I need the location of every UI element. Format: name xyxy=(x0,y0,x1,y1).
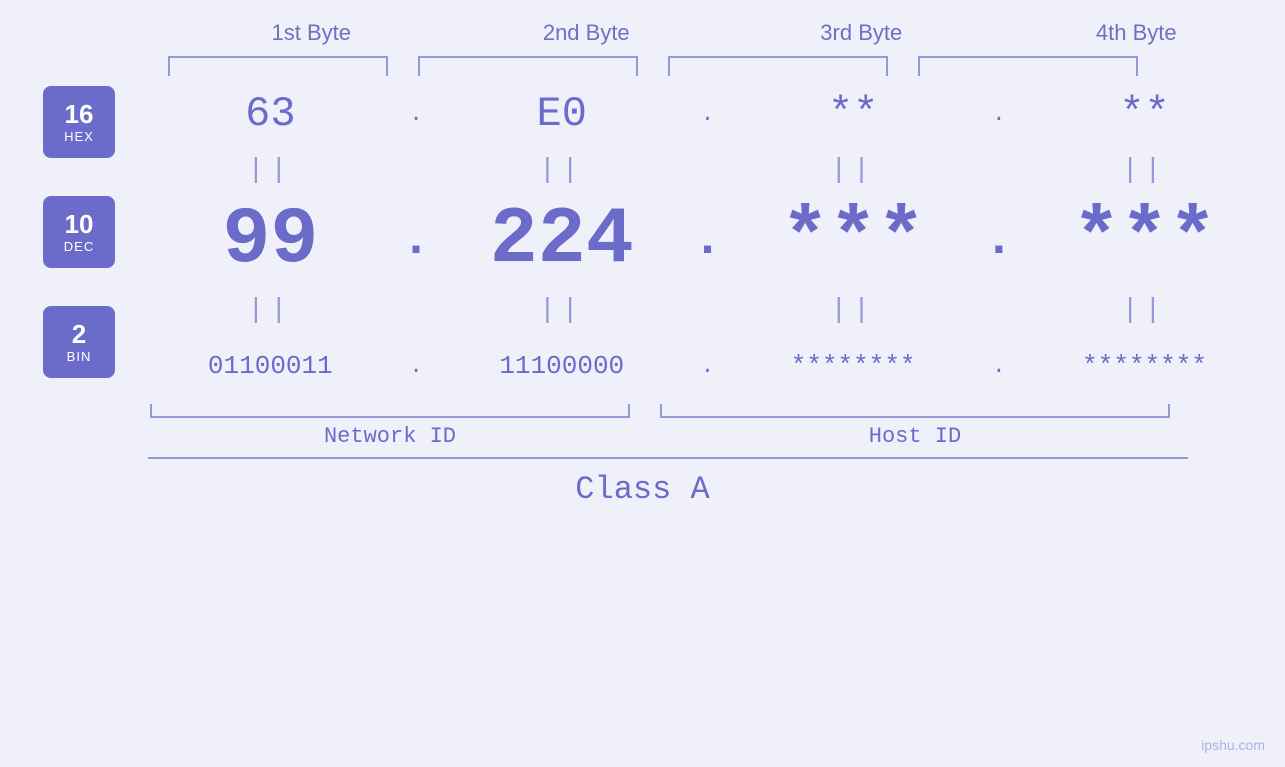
bracket-b4 xyxy=(918,56,1138,76)
dec-badge-number: 10 xyxy=(65,210,94,239)
dec-b3: *** xyxy=(743,195,963,286)
class-label: Class A xyxy=(575,471,709,508)
eq1-b4: || xyxy=(1035,155,1255,186)
byte4-header: 4th Byte xyxy=(1026,20,1246,46)
hex-dot2: . xyxy=(692,102,722,127)
hex-badge-number: 16 xyxy=(65,100,94,129)
watermark: ipshu.com xyxy=(1201,737,1265,753)
byte1-header: 1st Byte xyxy=(201,20,421,46)
eq2-b2: || xyxy=(452,295,672,326)
host-id-section: Host ID xyxy=(660,404,1170,449)
byte3-header: 3rd Byte xyxy=(751,20,971,46)
badges-column: 16 HEX 10 DEC 2 BIN xyxy=(0,78,130,378)
class-section: Class A xyxy=(0,457,1285,508)
id-brackets: Network ID Host ID xyxy=(130,404,1285,449)
dec-dot3: . xyxy=(984,212,1014,269)
bin-b3: ******** xyxy=(743,351,963,381)
bracket-b3 xyxy=(668,56,888,76)
eq1-b1: || xyxy=(160,155,380,186)
hex-b4: ** xyxy=(1035,90,1255,138)
host-id-label: Host ID xyxy=(660,424,1170,449)
top-brackets xyxy=(138,56,1278,76)
dec-dot2: . xyxy=(692,212,722,269)
bin-badge-label: BIN xyxy=(67,349,92,364)
network-bracket-line xyxy=(150,404,630,418)
main-container: 1st Byte 2nd Byte 3rd Byte 4th Byte 16 H… xyxy=(0,0,1285,767)
dec-b2: 224 xyxy=(452,195,672,286)
eq1-b2: || xyxy=(452,155,672,186)
dec-b4: *** xyxy=(1035,195,1255,286)
bin-b2: 11100000 xyxy=(452,351,672,381)
bin-dot3: . xyxy=(984,354,1014,379)
hex-dot1: . xyxy=(401,102,431,127)
bin-dot2: . xyxy=(692,354,722,379)
byte-headers: 1st Byte 2nd Byte 3rd Byte 4th Byte xyxy=(153,20,1253,46)
bin-b1: 01100011 xyxy=(160,351,380,381)
hex-badge-label: HEX xyxy=(64,129,94,144)
eq2-b1: || xyxy=(160,295,380,326)
eq2-b3: || xyxy=(743,295,963,326)
class-bracket-line xyxy=(148,457,1188,459)
network-id-section: Network ID xyxy=(150,404,630,449)
hex-b2: E0 xyxy=(452,90,672,138)
hex-b1: 63 xyxy=(160,90,380,138)
hex-badge: 16 HEX xyxy=(43,86,115,158)
bin-badge: 2 BIN xyxy=(43,306,115,378)
dec-dot1: . xyxy=(401,212,431,269)
bin-dot1: . xyxy=(401,354,431,379)
bin-b4: ******** xyxy=(1035,351,1255,381)
eq-row-1: || || || || xyxy=(130,150,1285,190)
dec-b1: 99 xyxy=(160,195,380,286)
dec-data-row: 99 . 224 . *** . *** xyxy=(130,190,1285,290)
dec-badge-label: DEC xyxy=(64,239,94,254)
eq1-b3: || xyxy=(743,155,963,186)
hex-data-row: 63 . E0 . ** . ** xyxy=(130,78,1285,150)
hex-b3: ** xyxy=(743,90,963,138)
bracket-b1 xyxy=(168,56,388,76)
eq2-b4: || xyxy=(1035,295,1255,326)
data-columns: 63 . E0 . ** . ** || || || || 99 xyxy=(130,78,1285,449)
bin-data-row: 01100011 . 11100000 . ******** . *******… xyxy=(130,330,1285,402)
network-id-label: Network ID xyxy=(150,424,630,449)
byte2-header: 2nd Byte xyxy=(476,20,696,46)
bracket-b2 xyxy=(418,56,638,76)
bin-badge-number: 2 xyxy=(72,320,86,349)
host-bracket-line xyxy=(660,404,1170,418)
dec-badge: 10 DEC xyxy=(43,196,115,268)
hex-dot3: . xyxy=(984,102,1014,127)
eq-row-2: || || || || xyxy=(130,290,1285,330)
